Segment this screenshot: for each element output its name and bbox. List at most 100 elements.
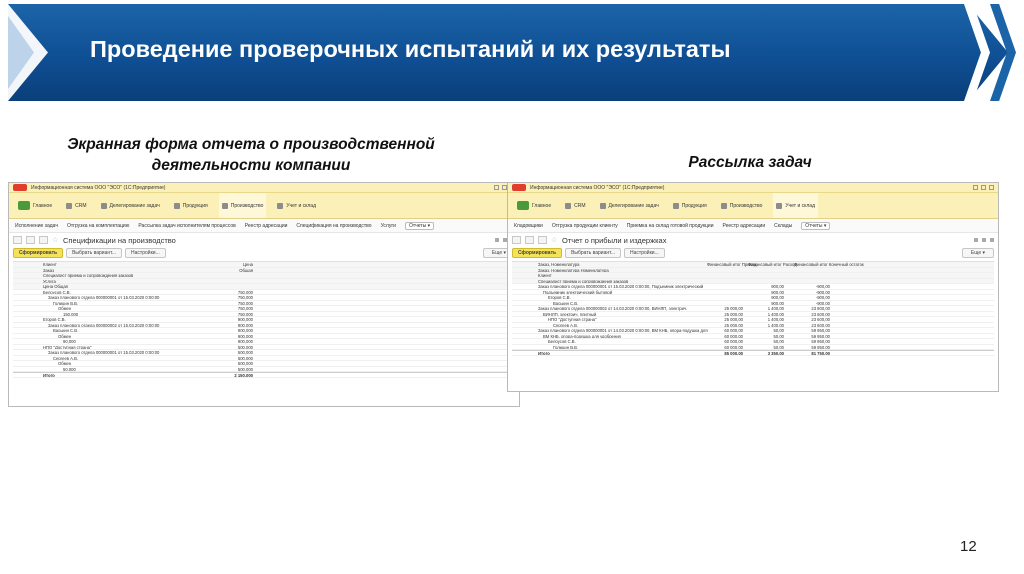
section-item[interactable]: Делегирование задач <box>98 193 163 218</box>
form-header: ☆ Спецификации на производство <box>9 233 519 247</box>
home-icon <box>517 201 529 210</box>
report-toolbar: Сформировать Выбрать вариант... Настройки.… <box>9 247 519 259</box>
report-window-left: Информационная система ООО "ЭСО" (1С:Пре… <box>8 182 520 407</box>
menu-item[interactable]: Отгрузка на комплектацию <box>67 223 129 229</box>
close-form-icon[interactable] <box>990 238 994 242</box>
home-icon <box>18 201 30 210</box>
section-icon <box>66 202 73 209</box>
report-window-right: Информационная система ООО "ЭСО" (1С:Пре… <box>507 182 999 392</box>
home-icon[interactable] <box>512 236 521 244</box>
section-item[interactable]: Учет и склад <box>773 193 818 218</box>
section-label: Производство <box>729 202 763 209</box>
section-label: Делегирование задач <box>109 202 160 209</box>
row-value: 81 750,00 <box>811 351 830 356</box>
section-icon <box>277 202 284 209</box>
menu-item[interactable]: Услуги <box>381 223 396 229</box>
section-item[interactable]: Главное <box>514 193 554 218</box>
section-icon <box>599 202 606 209</box>
back-arrow-icon[interactable] <box>525 236 534 244</box>
menu-item[interactable]: Исполнение задач <box>15 223 58 229</box>
menu-item[interactable]: Отгрузка продукции клиенту <box>552 223 618 229</box>
minimize-button[interactable] <box>973 185 978 190</box>
report-total-row: Итого 85 000,00 3 350,00 81 750,00 <box>512 350 994 356</box>
sections-panel: Главное CRM Делегирование задач Продукция Пр… <box>508 193 998 219</box>
section-label: Учет и склад <box>286 202 316 209</box>
slide-title: Проведение проверочных испытаний и их ре… <box>90 36 731 62</box>
row-value: 2 150,000 <box>234 373 253 378</box>
row-value: 85 000,00 <box>724 351 743 356</box>
navigation-menu: Кладовщики Отгрузка продукции клиенту Прие… <box>508 219 998 233</box>
maximize-button[interactable] <box>981 185 986 190</box>
window-controls <box>973 185 994 190</box>
section-item[interactable]: Делегирование задач <box>597 193 662 218</box>
generate-button[interactable]: Сформировать <box>512 248 563 258</box>
form-title: Спецификации на производство <box>63 235 176 245</box>
menu-item[interactable]: Кладовщики <box>514 223 543 229</box>
form-header: ☆ Отчет о прибыли и издержках <box>508 233 998 247</box>
right-caption: Рассылка задач <box>688 154 812 171</box>
section-icon <box>100 202 107 209</box>
section-label: CRM <box>75 202 87 209</box>
window-title-bar: Информационная система ООО "ЭСО" (1С:Пре… <box>508 183 998 193</box>
back-arrow-icon[interactable] <box>26 236 35 244</box>
left-caption-line1: Экранная форма отчета о производственной <box>67 136 435 153</box>
section-label: Главное <box>33 202 53 209</box>
menu-item[interactable]: Реестр адресации <box>245 223 288 229</box>
more-icon[interactable] <box>982 238 986 242</box>
report-total-row: Итого 2 150,000 <box>13 372 515 378</box>
generate-button[interactable]: Сформировать <box>13 248 64 258</box>
section-label: Учет и склад <box>785 202 815 209</box>
minimize-button[interactable] <box>494 185 499 190</box>
link-icon[interactable] <box>974 238 978 242</box>
section-label: Производство <box>230 202 264 209</box>
left-caption-line2: деятельности компании <box>151 157 351 174</box>
section-item[interactable]: Производство <box>218 193 267 218</box>
choose-variant-button[interactable]: Выбрать вариант... <box>565 248 622 258</box>
settings-button[interactable]: Настройки... <box>125 248 166 258</box>
section-icon <box>672 202 679 209</box>
window-title: Информационная система ООО "ЭСО" (1С:Пре… <box>530 184 665 191</box>
section-item[interactable]: Продукция <box>670 193 710 218</box>
home-icon[interactable] <box>13 236 22 244</box>
favorite-star-icon[interactable]: ☆ <box>52 237 59 244</box>
menu-item[interactable]: Приемка на склад готовой продукции <box>627 223 714 229</box>
section-label: Делегирование задач <box>608 202 659 209</box>
row-value: 3 350,00 <box>767 351 784 356</box>
menu-item[interactable]: Склады <box>774 223 792 229</box>
page-number: 12 <box>960 538 977 555</box>
forward-arrow-icon[interactable] <box>39 236 48 244</box>
close-button[interactable] <box>989 185 994 190</box>
section-item[interactable]: Главное <box>15 193 55 218</box>
section-item[interactable]: CRM <box>562 193 588 218</box>
favorite-star-icon[interactable]: ☆ <box>551 237 558 244</box>
link-icon[interactable] <box>495 238 499 242</box>
section-item[interactable]: Учет и склад <box>274 193 319 218</box>
section-icon <box>776 202 783 209</box>
report-table: Заказ, Номенклатура Финансовый итог Прихо… <box>512 261 994 356</box>
section-icon <box>565 202 572 209</box>
section-label: Продукция <box>182 202 208 209</box>
report-table: Клиент Цена Заказ Общая Специалист приема и … <box>13 261 515 378</box>
section-item[interactable]: Производство <box>718 193 766 218</box>
report-toolbar: Сформировать Выбрать вариант... Настройки.… <box>508 247 998 259</box>
section-label: CRM <box>574 202 586 209</box>
section-icon <box>173 202 180 209</box>
row-label: Итого <box>43 373 55 378</box>
menu-item[interactable]: Спецификация на производство <box>296 223 371 229</box>
left-caption: Экранная форма отчета о производственной… <box>30 134 472 176</box>
forward-arrow-icon[interactable] <box>538 236 547 244</box>
row-label: Итого <box>538 351 550 356</box>
reports-menu-button[interactable]: Отчеты ▾ <box>801 221 831 230</box>
section-item[interactable]: Продукция <box>171 193 211 218</box>
settings-button[interactable]: Настройки... <box>624 248 665 258</box>
section-icon <box>221 202 228 209</box>
section-icon <box>720 202 727 209</box>
reports-menu-button[interactable]: Отчеты ▾ <box>404 221 435 230</box>
menu-item[interactable]: Рассылка задач исполнителям процессов <box>138 223 235 229</box>
section-item[interactable]: CRM <box>63 193 89 218</box>
navigation-menu: Исполнение задач Отгрузка на комплектацию… <box>9 219 519 233</box>
choose-variant-button[interactable]: Выбрать вариант... <box>66 248 123 258</box>
more-button[interactable]: Еще ▾ <box>961 248 994 258</box>
section-label: Продукция <box>681 202 707 209</box>
menu-item[interactable]: Реестр адресации <box>723 223 766 229</box>
